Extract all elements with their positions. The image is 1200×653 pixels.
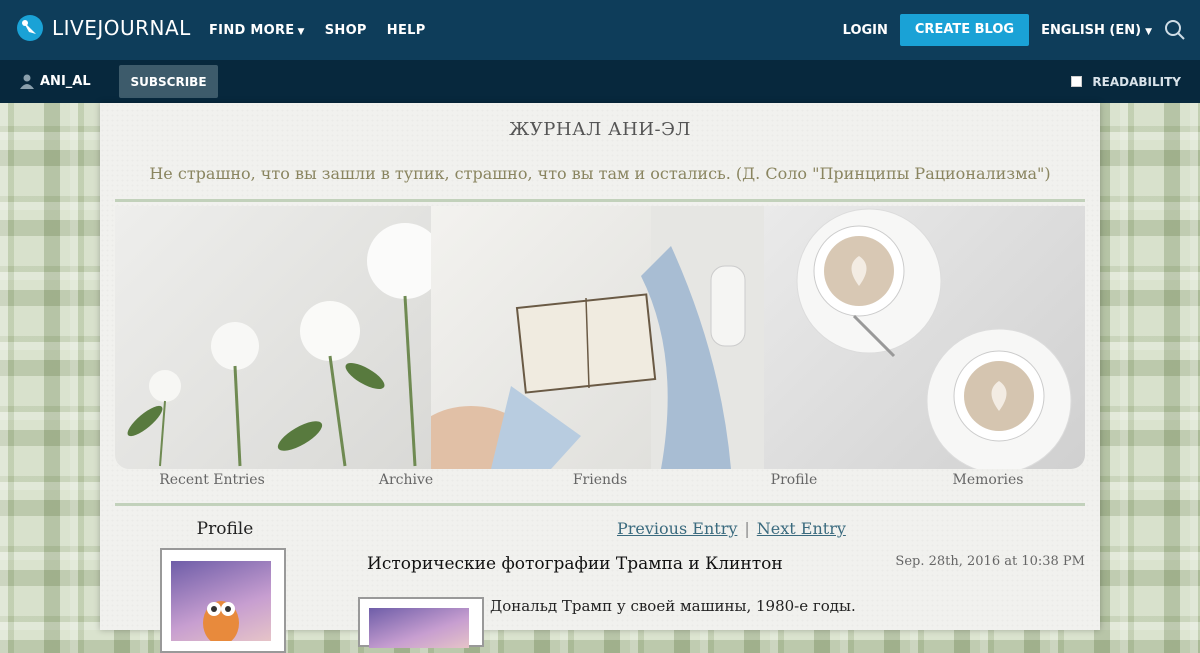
entry-text: Дональд Трамп у своей машины, 1980-е год…: [490, 597, 856, 615]
owl-avatar-image: [171, 561, 271, 645]
pager-separator: |: [744, 519, 750, 538]
create-blog-button[interactable]: CREATE BLOG: [899, 14, 1030, 46]
readability-checkbox[interactable]: [1071, 76, 1083, 87]
readability-label: READABILITY: [1092, 74, 1181, 89]
entry-pager: Previous Entry | Next Entry: [617, 519, 846, 538]
tab-friends[interactable]: Friends: [503, 472, 697, 488]
journal-page: ЖУРНАЛ АНИ-ЭЛ Не страшно, что вы зашли в…: [100, 103, 1100, 653]
username: ANI_AL: [40, 74, 91, 89]
nav-shop[interactable]: SHOP: [325, 23, 367, 38]
tab-archive[interactable]: Archive: [309, 472, 503, 488]
owl-illustration: [203, 601, 239, 645]
livejournal-logo[interactable]: LIVEJOURNAL: [16, 14, 191, 42]
sidebar-profile-title: Profile: [196, 519, 254, 539]
header-banner-image: [115, 206, 1085, 469]
nav-help[interactable]: HELP: [387, 23, 426, 38]
journal-bar: ANI_AL SUBSCRIBE READABILITY: [0, 60, 1200, 103]
divider: [115, 199, 1085, 202]
language-selector[interactable]: ENGLISH (EN) ▼: [1041, 23, 1152, 38]
journal-title: ЖУРНАЛ АНИ-ЭЛ: [509, 119, 691, 140]
language-label: ENGLISH (EN): [1041, 22, 1142, 38]
divider: [115, 503, 1085, 506]
chevron-down-icon: ▼: [1145, 26, 1152, 37]
nav-find-more[interactable]: FIND MORE ▼: [209, 23, 305, 38]
journal-tabs: Recent Entries Archive Friends Profile M…: [115, 472, 1085, 488]
entry-userpic-image: [369, 608, 469, 648]
nav-find-more-label: FIND MORE: [209, 22, 295, 38]
avatar[interactable]: [160, 548, 286, 653]
entry-title[interactable]: Исторические фотографии Трампа и Клинтон: [367, 554, 783, 574]
journal-subtitle: Не страшно, что вы зашли в тупик, страшн…: [149, 164, 1051, 183]
top-navigation-bar: LIVEJOURNAL FIND MORE ▼ SHOP HELP LOGIN C…: [0, 0, 1200, 60]
chevron-down-icon: ▼: [297, 26, 305, 37]
logo-text: LIVEJOURNAL: [52, 16, 191, 40]
peonies-illustration: [127, 223, 443, 467]
journal-owner[interactable]: ANI_AL: [20, 60, 91, 103]
peonies-photo: [115, 206, 443, 469]
reading-illustration: [411, 206, 764, 469]
user-icon: [20, 74, 34, 89]
next-entry-link[interactable]: Next Entry: [757, 519, 846, 538]
livejournal-logo-icon: [17, 15, 43, 41]
tab-profile[interactable]: Profile: [697, 472, 891, 488]
tab-memories[interactable]: Memories: [891, 472, 1085, 488]
search-icon[interactable]: [1164, 19, 1186, 41]
login-link[interactable]: LOGIN: [843, 23, 888, 38]
coffee-illustration: [796, 208, 1072, 469]
reading-photo: [411, 206, 764, 469]
tab-recent-entries[interactable]: Recent Entries: [115, 472, 309, 488]
entry-userpic: [358, 597, 484, 648]
coffee-photo: [764, 206, 1085, 469]
entry-date: Sep. 28th, 2016 at 10:38 PM: [895, 554, 1085, 569]
subscribe-button[interactable]: SUBSCRIBE: [119, 65, 218, 98]
header-actions: LOGIN CREATE BLOG ENGLISH (EN) ▼: [843, 0, 1186, 60]
readability-toggle[interactable]: READABILITY: [1071, 60, 1181, 103]
main-nav: FIND MORE ▼ SHOP HELP: [209, 0, 426, 60]
previous-entry-link[interactable]: Previous Entry: [617, 519, 737, 538]
